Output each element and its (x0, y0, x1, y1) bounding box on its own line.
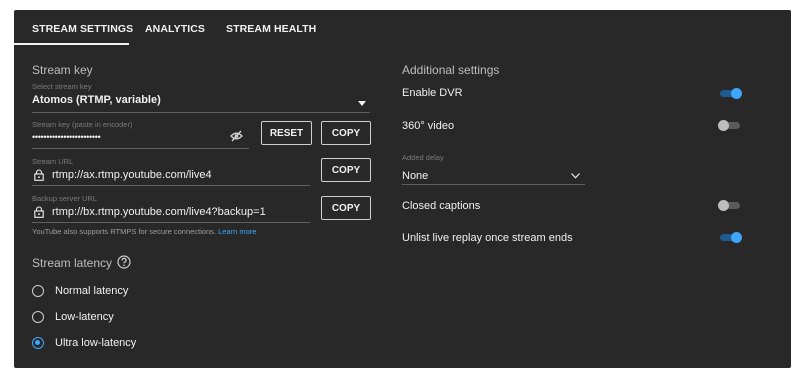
select-underline (32, 112, 370, 113)
select-stream-key-value: Atomos (RTMP, variable) (32, 94, 161, 106)
rtmps-help-text: YouTube also supports RTMPS for secure c… (32, 227, 256, 236)
lock-icon (34, 206, 44, 218)
radio-low-latency[interactable] (32, 311, 44, 323)
chevron-down-icon (571, 173, 580, 179)
lock-icon (34, 169, 44, 181)
stream-key-label: Stream key (paste in encoder) (32, 120, 133, 129)
toggle-knob (718, 120, 729, 131)
help-circle-icon[interactable] (117, 255, 131, 269)
stream-url-label: Stream URL (32, 157, 74, 166)
copy-stream-url-button[interactable]: COPY (321, 158, 371, 182)
backup-url-value: rtmp://bx.rtmp.youtube.com/live4?backup=… (52, 206, 266, 218)
additional-settings-title: Additional settings (402, 63, 500, 77)
backup-url-label: Backup server URL (32, 194, 98, 203)
learn-more-link[interactable]: Learn more (218, 227, 256, 236)
stream-url-underline (32, 185, 310, 186)
stream-key-title: Stream key (32, 63, 93, 77)
eye-off-icon[interactable] (230, 130, 243, 142)
stream-latency-title: Stream latency (32, 256, 113, 270)
rtmps-help-message: YouTube also supports RTMPS for secure c… (32, 227, 216, 236)
radio-normal-latency[interactable] (32, 285, 44, 297)
enable-dvr-toggle[interactable] (718, 88, 742, 99)
enable-dvr-label: Enable DVR (402, 87, 463, 99)
unlist-replay-toggle[interactable] (718, 232, 742, 243)
tab-analytics[interactable]: ANALYTICS (145, 23, 205, 35)
toggle-knob (731, 232, 742, 243)
active-tab-indicator (14, 43, 129, 45)
toggle-knob (718, 200, 729, 211)
copy-backup-url-button[interactable]: COPY (321, 196, 371, 220)
stream-key-underline (32, 148, 249, 149)
closed-captions-toggle[interactable] (718, 200, 742, 211)
stream-url-value: rtmp://ax.rtmp.youtube.com/live4 (52, 169, 212, 181)
radio-ultra-low-latency[interactable] (32, 337, 44, 349)
stream-key-value: •••••••••••••••••••••••• (32, 132, 101, 142)
stream-settings-panel: STREAM SETTINGS ANALYTICS STREAM HEALTH … (14, 10, 791, 368)
tab-stream-settings[interactable]: STREAM SETTINGS (32, 23, 133, 35)
toggle-knob (731, 88, 742, 99)
tab-bar: STREAM SETTINGS ANALYTICS STREAM HEALTH (14, 10, 791, 46)
backup-url-underline (32, 222, 310, 223)
added-delay-value: None (402, 170, 429, 182)
ultra-low-latency-label: Ultra low-latency (55, 337, 137, 349)
360-video-toggle[interactable] (718, 120, 742, 131)
low-latency-label: Low-latency (55, 311, 114, 323)
unlist-replay-label: Unlist live replay once stream ends (402, 232, 573, 244)
added-delay-underline (402, 184, 585, 185)
copy-stream-key-button[interactable]: COPY (321, 121, 371, 145)
select-stream-key-label: Select stream key (32, 82, 92, 91)
normal-latency-label: Normal latency (55, 285, 129, 297)
360-video-label: 360° video (402, 120, 455, 132)
dropdown-arrow-icon (358, 101, 366, 106)
added-delay-label: Added delay (402, 153, 444, 162)
closed-captions-label: Closed captions (402, 200, 481, 212)
reset-button[interactable]: RESET (261, 121, 312, 145)
tab-stream-health[interactable]: STREAM HEALTH (226, 23, 316, 35)
